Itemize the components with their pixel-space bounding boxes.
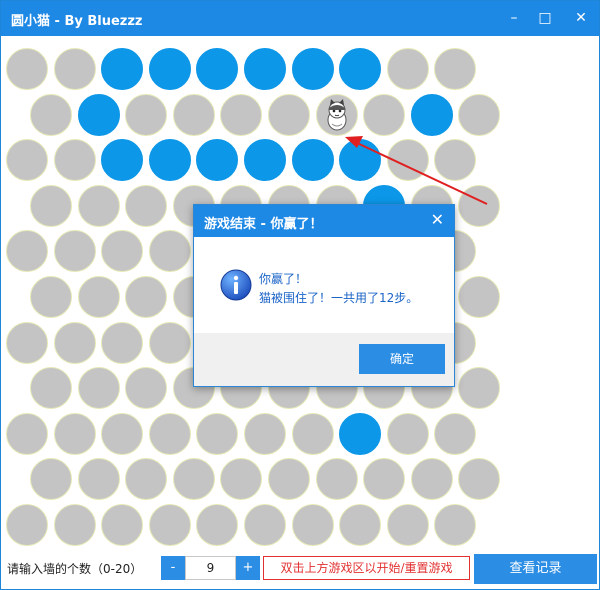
close-button[interactable]: ✕ xyxy=(564,1,598,36)
wall-count-input[interactable]: 9 xyxy=(185,556,236,580)
window-title: 圆小猫 - By Bluezzz xyxy=(11,14,143,29)
decrement-button[interactable]: - xyxy=(161,556,185,580)
view-records-button[interactable]: 查看记录 xyxy=(474,554,597,584)
maximize-button[interactable]: □ xyxy=(528,1,562,36)
control-bar: 请输入墙的个数（0-20） - 9 + 双击上方游戏区以开始/重置游戏 查看记录 xyxy=(1,548,599,589)
game-over-dialog: 游戏结束 - 你赢了！ ✕ 你赢了！ 猫被围住了！一共用了12步。 确定 xyxy=(193,204,455,387)
app-window: 圆小猫 - By Bluezzz – □ ✕ 游戏结束 - 你赢了！ ✕ 你赢了… xyxy=(0,0,600,590)
instruction-hint: 双击上方游戏区以开始/重置游戏 xyxy=(263,556,470,580)
wall-count-label: 请输入墙的个数（0-20） xyxy=(7,562,143,576)
dialog-footer: 确定 xyxy=(194,333,454,386)
dialog-message-title: 你赢了！ xyxy=(259,272,308,286)
dialog-body: 你赢了！ 猫被围住了！一共用了12步。 xyxy=(194,237,454,333)
title-bar[interactable]: 圆小猫 - By Bluezzz – □ ✕ xyxy=(1,1,599,36)
info-icon xyxy=(220,269,252,301)
dialog-message-detail: 猫被围住了！一共用了12步。 xyxy=(259,291,419,305)
increment-button[interactable]: + xyxy=(236,556,260,580)
dialog-close-icon[interactable]: ✕ xyxy=(431,210,444,229)
ok-button[interactable]: 确定 xyxy=(359,344,445,374)
dialog-title: 游戏结束 - 你赢了！ xyxy=(204,217,323,232)
dialog-title-bar: 游戏结束 - 你赢了！ ✕ xyxy=(194,205,454,237)
minimize-button[interactable]: – xyxy=(497,1,531,36)
